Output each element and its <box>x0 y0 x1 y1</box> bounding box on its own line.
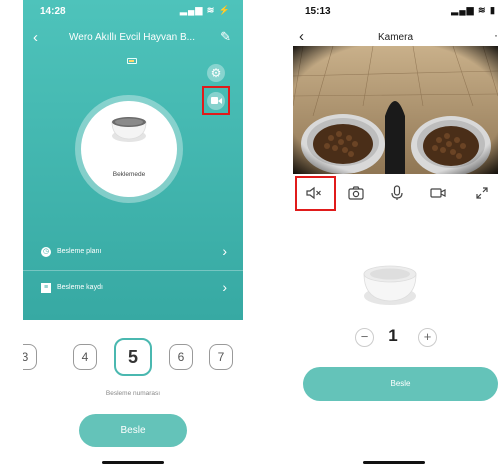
edit-icon[interactable]: ✎ <box>220 29 231 45</box>
gear-icon[interactable]: ⚙ <box>207 64 225 82</box>
back-icon[interactable]: ‹ <box>33 29 38 46</box>
home-indicator <box>363 461 425 464</box>
status-time: 14:28 <box>40 6 66 17</box>
increment-button[interactable]: + <box>418 328 437 347</box>
camera-live-view[interactable] <box>293 46 498 174</box>
portion-number-picker[interactable]: 3 4 5 6 7 <box>23 338 243 378</box>
app-header: ‹ Kamera · <box>293 28 498 48</box>
number-option[interactable]: 3 <box>23 344 37 370</box>
home-indicator <box>102 461 164 464</box>
feed-button[interactable]: Besle <box>79 414 187 447</box>
row-label: Besleme kaydı <box>57 284 103 291</box>
feed-button[interactable]: Besle <box>303 367 498 401</box>
row-feeding-log[interactable]: ≡ Besleme kaydı › <box>23 271 243 307</box>
video-record-icon[interactable] <box>429 184 447 202</box>
device-title: Wero Akıllı Evcil Hayvan B... <box>69 32 195 43</box>
signal-wifi-battery-icons: ▂▄▆ ≋ ▮ <box>451 5 496 15</box>
number-option[interactable]: 7 <box>209 344 233 370</box>
signal-wifi-battery-icons: ▂▄▆ ≋ ⚡ <box>180 5 231 15</box>
chevron-right-icon: › <box>222 279 227 295</box>
clock-icon: ◷ <box>41 247 51 257</box>
status-bar: 15:13 ▂▄▆ ≋ ▮ <box>293 0 498 22</box>
row-feeding-plan[interactable]: ◷ Besleme planı › <box>23 235 243 271</box>
highlight-box-camera <box>202 86 230 115</box>
row-label: Besleme planı <box>57 248 102 255</box>
fullscreen-icon[interactable] <box>473 184 491 202</box>
chevron-right-icon: › <box>222 243 227 259</box>
feeder-home-screen: 14:28 ▂▄▆ ≋ ⚡ ‹ Wero Akıllı Evcil Hayvan… <box>23 0 243 469</box>
portion-stepper: − 1 + <box>293 325 498 349</box>
list-icon: ≡ <box>41 283 51 293</box>
battery-icon <box>127 58 137 64</box>
feeder-bowl-image <box>111 117 147 142</box>
camera-screen: 15:13 ▂▄▆ ≋ ▮ ‹ Kamera · − 1 + Besle <box>293 0 498 469</box>
status-time: 15:13 <box>305 6 331 17</box>
number-option[interactable]: 6 <box>169 344 193 370</box>
microphone-icon[interactable] <box>388 184 406 202</box>
number-option[interactable]: 4 <box>73 344 97 370</box>
highlight-box-mute <box>295 176 336 211</box>
page-title: Kamera <box>377 32 413 43</box>
device-status-text: Beklemede <box>112 171 146 178</box>
camera-icon[interactable] <box>347 184 365 202</box>
feeder-bowl-image <box>363 265 417 305</box>
app-header: ‹ Wero Akıllı Evcil Hayvan B... ✎ <box>23 28 243 48</box>
portion-number-label: Besleme numarası <box>105 390 161 397</box>
number-option-selected[interactable]: 5 <box>114 338 152 376</box>
more-icon[interactable]: · <box>494 28 498 42</box>
status-bar: 14:28 ▂▄▆ ≋ ⚡ <box>23 0 243 22</box>
decrement-button[interactable]: − <box>355 328 374 347</box>
portion-value: 1 <box>388 326 398 345</box>
